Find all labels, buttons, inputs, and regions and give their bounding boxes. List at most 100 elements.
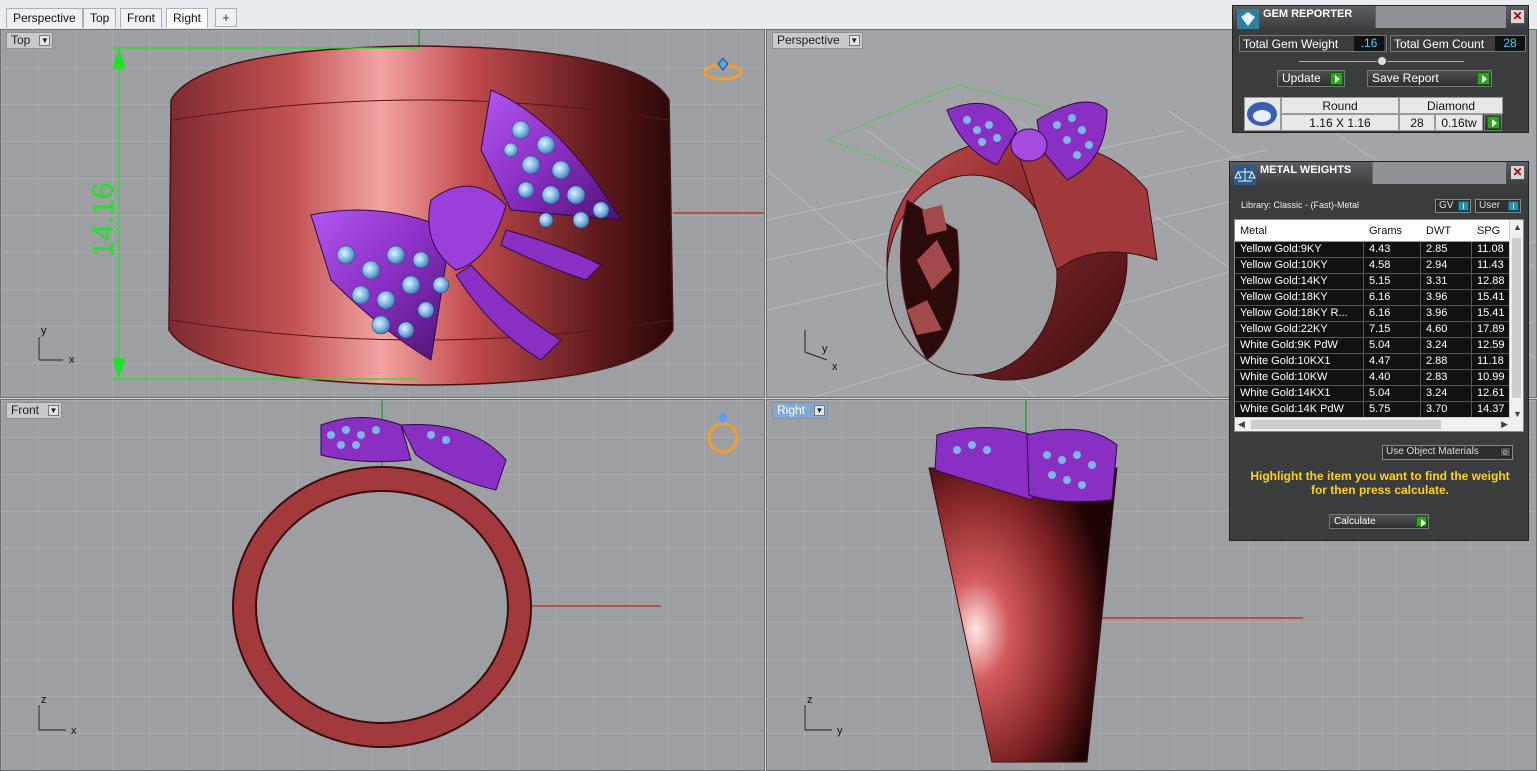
top-view-scene: 14.16 y x (1, 30, 764, 397)
table-cell: 7.15 (1364, 322, 1421, 338)
table-header: Metal Grams DWT SPG (1235, 220, 1511, 242)
table-cell: 2.83 (1421, 370, 1472, 386)
table-cell: 2.94 (1421, 258, 1472, 274)
table-cell: 6.16 (1364, 306, 1421, 322)
chevron-down-icon[interactable]: ▼ (814, 405, 826, 416)
rhino-app: Perspective Top Front Right + 14.16 y x … (0, 0, 1537, 771)
table-cell: 3.70 (1421, 402, 1472, 418)
viewport-front[interactable]: z x Front ▼ (0, 399, 765, 771)
axis-y-label: y (822, 343, 828, 355)
add-tab-icon[interactable]: + (215, 8, 237, 27)
front-view-scene: z x (1, 400, 764, 770)
table-cell: Yellow Gold:14KY (1235, 274, 1364, 290)
axis-y-label: y (837, 725, 843, 737)
table-cell: 3.24 (1421, 386, 1472, 402)
gem-weight: 0.16tw (1435, 114, 1483, 131)
round-gem-icon (1244, 97, 1281, 131)
gem-reporter-title-bar[interactable]: GEM REPORTER ✕ (1233, 6, 1528, 29)
gem-reporter-panel: GEM REPORTER ✕ Total Gem Weight .16 Tota… (1232, 5, 1529, 133)
gem-detail-button[interactable] (1484, 114, 1502, 131)
total-gem-weight-value: .16 (1354, 36, 1384, 51)
gem-count: 28 (1399, 114, 1435, 131)
tab-front[interactable]: Front (120, 8, 163, 28)
table-cell: 2.85 (1421, 242, 1472, 258)
gv-toggle[interactable]: GV i (1435, 199, 1471, 213)
table-cell: 4.58 (1364, 258, 1421, 274)
table-cell: Yellow Gold:18KY R... (1235, 306, 1364, 322)
table-cell: 2.88 (1421, 354, 1472, 370)
table-cell: 5.04 (1364, 338, 1421, 354)
table-row[interactable]: White Gold:14KX1 5.04 3.24 12.61 (1235, 386, 1517, 402)
tab-top[interactable]: Top (83, 8, 117, 28)
chevron-down-icon[interactable]: ▼ (39, 35, 51, 46)
table-row[interactable]: Yellow Gold:10KY 4.58 2.94 11.43 (1235, 258, 1517, 274)
table-cell: 4.40 (1364, 370, 1421, 386)
scale-icon (1234, 165, 1256, 185)
table-row[interactable]: Yellow Gold:18KY 6.16 3.96 15.41 (1235, 290, 1517, 306)
axis-x-label: x (71, 725, 77, 737)
viewport-label-front[interactable]: Front ▼ (6, 402, 63, 419)
metal-weights-title-bar[interactable]: METAL WEIGHTS ✕ (1230, 162, 1528, 185)
table-cell: White Gold:10KX1 (1235, 354, 1364, 370)
table-cell: 3.96 (1421, 306, 1472, 322)
metal-weights-table[interactable]: Metal Grams DWT SPG Yellow Gold:9KY 4.43 2… (1234, 219, 1524, 432)
chevron-down-icon[interactable]: ▼ (848, 35, 860, 46)
vertical-scrollbar[interactable]: ▲ ▼ (1509, 220, 1523, 431)
viewport-label-perspective[interactable]: Perspective ▼ (772, 32, 863, 49)
calculate-button[interactable]: Calculate (1329, 514, 1429, 529)
dimension-label: 14.16 (87, 182, 120, 257)
chevron-down-icon[interactable]: ▼ (48, 405, 60, 416)
table-row[interactable]: White Gold:10KW 4.40 2.83 10.99 (1235, 370, 1517, 386)
table-cell: White Gold:14KX1 (1235, 386, 1364, 402)
table-cell: Yellow Gold:18KY (1235, 290, 1364, 306)
table-cell: 4.60 (1421, 322, 1472, 338)
table-cell: 3.31 (1421, 274, 1472, 290)
table-cell: White Gold:14K PdW (1235, 402, 1364, 418)
table-cell: 5.04 (1364, 386, 1421, 402)
table-cell: 3.24 (1421, 338, 1472, 354)
gem-shape: Round (1281, 97, 1399, 114)
horizontal-scrollbar[interactable]: ◀ ▶ (1235, 417, 1511, 431)
axis-z-label: z (807, 694, 813, 706)
gem-size: 1.16 X 1.16 (1281, 114, 1399, 131)
table-row[interactable]: Yellow Gold:22KY 7.15 4.60 17.89 (1235, 322, 1517, 338)
viewport-label-top[interactable]: Top ▼ (6, 32, 54, 49)
total-gem-count-value: 28 (1495, 36, 1525, 51)
table-row[interactable]: White Gold:10KX1 4.47 2.88 11.18 (1235, 354, 1517, 370)
total-gem-weight-field: Total Gem Weight .16 (1239, 35, 1387, 52)
table-cell: 5.15 (1364, 274, 1421, 290)
instruction-text: Highlight the item you want to find the … (1250, 469, 1510, 497)
tab-right[interactable]: Right (166, 8, 209, 28)
viewport-top[interactable]: 14.16 y x Top ▼ (0, 29, 765, 398)
table-cell: White Gold:10KW (1235, 370, 1364, 386)
axis-z-label: z (41, 694, 47, 706)
tab-perspective[interactable]: Perspective (6, 8, 83, 28)
table-cell: 4.43 (1364, 242, 1421, 258)
table-row[interactable]: White Gold:9K PdW 5.04 3.24 12.59 (1235, 338, 1517, 354)
total-gem-count-field: Total Gem Count 28 (1390, 35, 1526, 52)
close-icon[interactable]: ✕ (1510, 165, 1525, 180)
table-row[interactable]: Yellow Gold:18KY R... 6.16 3.96 15.41 (1235, 306, 1517, 322)
gem-reporter-logo-icon (1237, 9, 1259, 29)
metal-weights-panel: METAL WEIGHTS ✕ Library: Classic - (Fast… (1229, 161, 1529, 541)
axis-x-label: x (69, 354, 75, 366)
close-icon[interactable]: ✕ (1510, 9, 1525, 24)
table-cell: Yellow Gold:22KY (1235, 322, 1364, 338)
library-label: Library: Classic - (Fast)-Metal (1241, 200, 1360, 210)
table-cell: Yellow Gold:9KY (1235, 242, 1364, 258)
table-cell: 6.16 (1364, 290, 1421, 306)
use-object-materials-toggle[interactable]: Use Object Materials ○ (1382, 445, 1513, 460)
table-cell: White Gold:9K PdW (1235, 338, 1364, 354)
table-row[interactable]: Yellow Gold:14KY 5.15 3.31 12.88 (1235, 274, 1517, 290)
table-cell: 4.47 (1364, 354, 1421, 370)
slider-handle[interactable] (1377, 56, 1387, 66)
gem-material: Diamond (1399, 97, 1503, 114)
table-row[interactable]: White Gold:14K PdW 5.75 3.70 14.37 (1235, 402, 1517, 418)
table-row[interactable]: Yellow Gold:9KY 4.43 2.85 11.08 (1235, 242, 1517, 258)
user-toggle[interactable]: User i (1475, 199, 1521, 213)
table-cell: Yellow Gold:10KY (1235, 258, 1364, 274)
update-button[interactable]: Update (1277, 70, 1345, 87)
save-report-button[interactable]: Save Report (1367, 70, 1492, 87)
axis-x-label: x (832, 361, 838, 373)
viewport-label-right[interactable]: Right ▼ (772, 402, 829, 419)
